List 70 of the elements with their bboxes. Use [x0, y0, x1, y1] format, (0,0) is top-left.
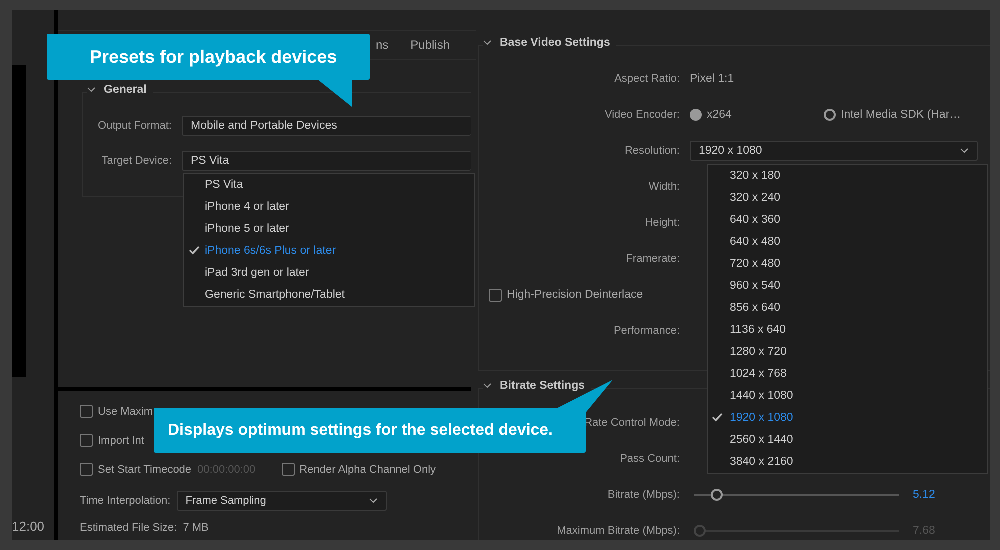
- dropdown[interactable]: Mobile and Portable Devices: [182, 116, 471, 136]
- chevron-down-icon[interactable]: [87, 87, 96, 93]
- field-label: Resolution:: [624, 145, 681, 157]
- radio-label: x264: [707, 109, 732, 121]
- field-value: Pixel 1:1: [690, 73, 734, 85]
- checkbox-label: Render Alpha Channel Only: [300, 464, 436, 476]
- section-title: General: [104, 84, 147, 96]
- field-label: Target Device:: [100, 154, 173, 166]
- field-label: Aspect Ratio:: [614, 73, 681, 85]
- field-value: 7 MB: [183, 522, 209, 534]
- chevron-down-icon: [960, 148, 969, 154]
- field-label: Output Format:: [97, 120, 173, 132]
- menu-item[interactable]: 320 x 240: [708, 187, 987, 209]
- dropdown[interactable]: PS Vita: [182, 150, 471, 170]
- menu-item[interactable]: 960 x 540: [708, 275, 987, 297]
- menu-item[interactable]: PS Vita: [184, 174, 474, 196]
- field-label: Framerate:: [625, 253, 681, 265]
- menu-item[interactable]: 3840 x 2160: [708, 451, 987, 473]
- chevron-down-icon[interactable]: [483, 383, 492, 389]
- checkbox[interactable]: [489, 288, 502, 302]
- menu-item[interactable]: 640 x 480: [708, 231, 987, 253]
- menu-item[interactable]: 640 x 360: [708, 209, 987, 231]
- chevron-down-icon: [368, 498, 378, 504]
- timecode: 12:00: [12, 519, 45, 534]
- checkbox[interactable]: [282, 463, 295, 476]
- menu-item[interactable]: 1024 x 768: [708, 363, 987, 385]
- section-title: Bitrate Settings: [500, 380, 585, 392]
- checkbox-label: Use Maxim: [98, 406, 154, 418]
- menu-item[interactable]: 1920 x 1080: [708, 407, 987, 429]
- field-label: Maximum Bitrate (Mbps):: [556, 525, 681, 537]
- field-label: Estimated File Size:: [80, 522, 178, 534]
- menu-item[interactable]: iPad 3rd gen or later: [184, 262, 474, 284]
- menu-item[interactable]: 1440 x 1080: [708, 385, 987, 407]
- field-label: Time Interpolation:: [80, 495, 171, 507]
- radio-button[interactable]: [824, 109, 836, 121]
- menu-item[interactable]: 2560 x 1440: [708, 429, 987, 451]
- field-label: Performance:: [612, 325, 681, 337]
- menu-item[interactable]: 320 x 180: [708, 165, 987, 187]
- field-label: Video Encoder:: [604, 109, 681, 121]
- radio-button[interactable]: [690, 109, 702, 121]
- checkbox[interactable]: [80, 434, 93, 447]
- checkbox-label: High-Precision Deinterlace: [507, 289, 644, 301]
- checkmark-icon: [712, 413, 723, 422]
- menu-item[interactable]: 1136 x 640: [708, 319, 987, 341]
- field-label: Pass Count:: [619, 453, 681, 465]
- tab[interactable]: ns: [376, 38, 389, 52]
- chevron-down-icon[interactable]: [483, 40, 492, 46]
- tab[interactable]: Publish: [410, 38, 450, 52]
- menu-item[interactable]: iPhone 5 or later: [184, 218, 474, 240]
- field-label: Bitrate (Mbps):: [606, 489, 681, 501]
- resolution-dropdown[interactable]: 1920 x 1080: [690, 141, 978, 161]
- checkbox[interactable]: [80, 463, 93, 476]
- dropdown[interactable]: Frame Sampling: [176, 491, 387, 511]
- menu-item[interactable]: Generic Smartphone/Tablet: [184, 284, 474, 306]
- radio-label: Intel Media SDK (Har…: [841, 109, 962, 121]
- menu-item[interactable]: iPhone 4 or later: [184, 196, 474, 218]
- field-label: Height:: [644, 217, 681, 229]
- section-title: Base Video Settings: [500, 37, 610, 49]
- menu-item[interactable]: 1280 x 720: [708, 341, 987, 363]
- checkmark-icon: [189, 246, 200, 255]
- menu-item[interactable]: 856 x 640: [708, 297, 987, 319]
- menu-item[interactable]: 720 x 480: [708, 253, 987, 275]
- menu-item[interactable]: iPhone 6s/6s Plus or later: [184, 240, 474, 262]
- checkbox-label: Set Start Timecode: [98, 464, 192, 476]
- slider-thumb[interactable]: [711, 489, 724, 501]
- callout-pointer: [317, 79, 353, 108]
- field-label: Width:: [648, 181, 681, 193]
- checkbox-label: Import Int: [98, 434, 144, 446]
- slider-value: 5.12: [913, 489, 936, 501]
- checkbox[interactable]: [80, 405, 93, 418]
